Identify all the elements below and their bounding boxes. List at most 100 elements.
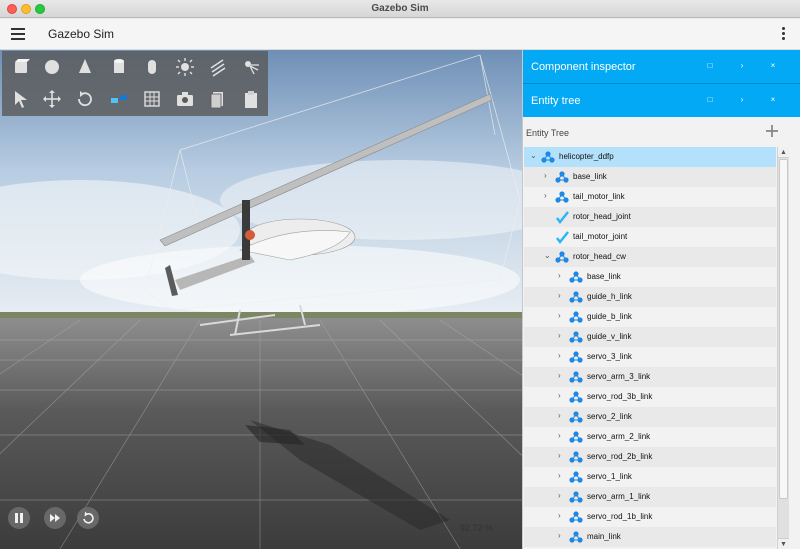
expand-right-icon[interactable]: › (558, 452, 566, 460)
tree-row-label: tail_motor_joint (573, 232, 628, 241)
tree-row-label: tail_motor_link (573, 192, 625, 201)
reset-icon[interactable] (77, 507, 99, 529)
scroll-up-arrow-icon[interactable]: ▲ (778, 147, 789, 158)
plus-icon[interactable] (764, 123, 780, 139)
screenshot-camera-icon[interactable] (174, 88, 196, 110)
tree-row-label: servo_1_link (587, 472, 632, 481)
window-titlebar: Gazebo Sim (0, 0, 800, 18)
expand-right-icon[interactable]: › (558, 372, 566, 380)
capsule-icon[interactable] (141, 56, 163, 78)
tree-row[interactable]: › base_link (524, 167, 776, 187)
link-icon (568, 349, 584, 365)
scene-3d-viewport[interactable] (0, 50, 522, 549)
tree-row[interactable]: › guide_h_link (524, 287, 776, 307)
link-icon (568, 289, 584, 305)
tree-row[interactable]: › servo_rod_3b_link (524, 387, 776, 407)
close-icon[interactable]: × (766, 59, 780, 73)
link-icon (568, 449, 584, 465)
tree-row-label: servo_rod_2b_link (587, 452, 653, 461)
rotate-icon[interactable] (74, 88, 96, 110)
tree-row[interactable]: ⌄ rotor_head_cw (524, 247, 776, 267)
expand-right-icon[interactable]: › (558, 532, 566, 540)
tree-row[interactable]: › guide_v_link (524, 327, 776, 347)
expand-right-icon[interactable]: › (558, 492, 566, 500)
restore-icon[interactable]: □ (703, 93, 717, 107)
expand-right-icon[interactable]: › (558, 292, 566, 300)
expand-right-icon[interactable]: › (558, 272, 566, 280)
link-icon (568, 389, 584, 405)
grid-config-icon[interactable] (141, 88, 163, 110)
directional-light-icon[interactable] (207, 56, 229, 78)
step-icon[interactable] (44, 507, 66, 529)
copy-icon[interactable] (207, 88, 229, 110)
real-time-factor: 92.72 % (460, 523, 494, 533)
tree-row[interactable]: › servo_3_link (524, 347, 776, 367)
pause-icon[interactable] (8, 507, 30, 529)
more-vertical-icon[interactable] (782, 27, 786, 41)
link-icon (568, 489, 584, 505)
chevron-icon[interactable]: › (735, 93, 749, 107)
expand-right-icon[interactable]: › (544, 172, 552, 180)
link-icon (568, 509, 584, 525)
tree-row[interactable]: › servo_rod_2b_link (524, 447, 776, 467)
app-bar: Gazebo Sim (0, 19, 800, 50)
window-title: Gazebo Sim (371, 3, 429, 14)
tree-row[interactable]: › servo_arm_3_link (524, 367, 776, 387)
cylinder-icon[interactable] (108, 56, 130, 78)
tree-row[interactable]: › tail_motor_link (524, 187, 776, 207)
tree-row-label: base_link (587, 272, 621, 281)
tree-row[interactable]: rotor_head_joint (524, 207, 776, 227)
expand-down-icon[interactable]: ⌄ (530, 152, 538, 160)
link-icon (568, 429, 584, 445)
entity-tree-title: Entity tree (531, 95, 581, 107)
scroll-thumb[interactable] (779, 159, 788, 499)
link-icon (554, 189, 570, 205)
scroll-down-arrow-icon[interactable]: ▼ (778, 538, 789, 549)
model-icon (554, 249, 570, 265)
tree-scrollbar[interactable]: ▲ ▼ (777, 147, 789, 549)
expand-right-icon[interactable]: › (558, 472, 566, 480)
tree-row-label: servo_arm_1_link (587, 492, 651, 501)
tree-row[interactable]: › servo_1_link (524, 467, 776, 487)
link-icon (568, 329, 584, 345)
tree-row-label: base_link (573, 172, 607, 181)
sphere-icon[interactable] (41, 56, 63, 78)
tree-row[interactable]: ⌄ helicopter_ddfp (524, 147, 776, 167)
snap-icon[interactable] (108, 88, 130, 110)
expand-right-icon[interactable]: › (558, 392, 566, 400)
chevron-icon[interactable]: › (735, 59, 749, 73)
sun-light-icon[interactable] (174, 56, 196, 78)
select-arrow-icon[interactable] (10, 88, 32, 110)
tree-row-label: servo_rod_3b_link (587, 392, 653, 401)
expand-right-icon[interactable]: › (544, 192, 552, 200)
expand-right-icon[interactable]: › (558, 412, 566, 420)
tree-row[interactable]: › servo_arm_2_link (524, 427, 776, 447)
translate-icon[interactable] (41, 88, 63, 110)
close-icon[interactable]: × (766, 93, 780, 107)
cone-icon[interactable] (74, 56, 96, 78)
hamburger-icon[interactable] (11, 28, 25, 40)
tree-row[interactable]: tail_motor_joint (524, 227, 776, 247)
tree-row[interactable]: › guide_b_link (524, 307, 776, 327)
box-icon[interactable] (10, 56, 32, 78)
paste-icon[interactable] (240, 88, 262, 110)
link-icon (568, 369, 584, 385)
app-title: Gazebo Sim (48, 27, 115, 41)
restore-icon[interactable]: □ (703, 59, 717, 73)
entity-tree-header[interactable]: Entity tree □ › × (523, 84, 800, 117)
expand-right-icon[interactable]: › (558, 352, 566, 360)
expand-right-icon[interactable]: › (558, 512, 566, 520)
spot-light-icon[interactable] (240, 56, 262, 78)
tree-row[interactable]: › servo_arm_1_link (524, 487, 776, 507)
tree-row[interactable]: › servo_2_link (524, 407, 776, 427)
tree-row[interactable]: › base_link (524, 267, 776, 287)
component-inspector-header[interactable]: Component inspector □ › × (523, 50, 800, 84)
expand-right-icon[interactable]: › (558, 432, 566, 440)
link-icon (568, 309, 584, 325)
tree-row[interactable]: › main_link (524, 527, 776, 547)
expand-right-icon[interactable]: › (558, 332, 566, 340)
tree-row[interactable]: › servo_rod_1b_link (524, 507, 776, 527)
expand-right-icon[interactable]: › (558, 312, 566, 320)
expand-down-icon[interactable]: ⌄ (544, 252, 552, 260)
entity-tree-label: Entity Tree (526, 128, 570, 138)
